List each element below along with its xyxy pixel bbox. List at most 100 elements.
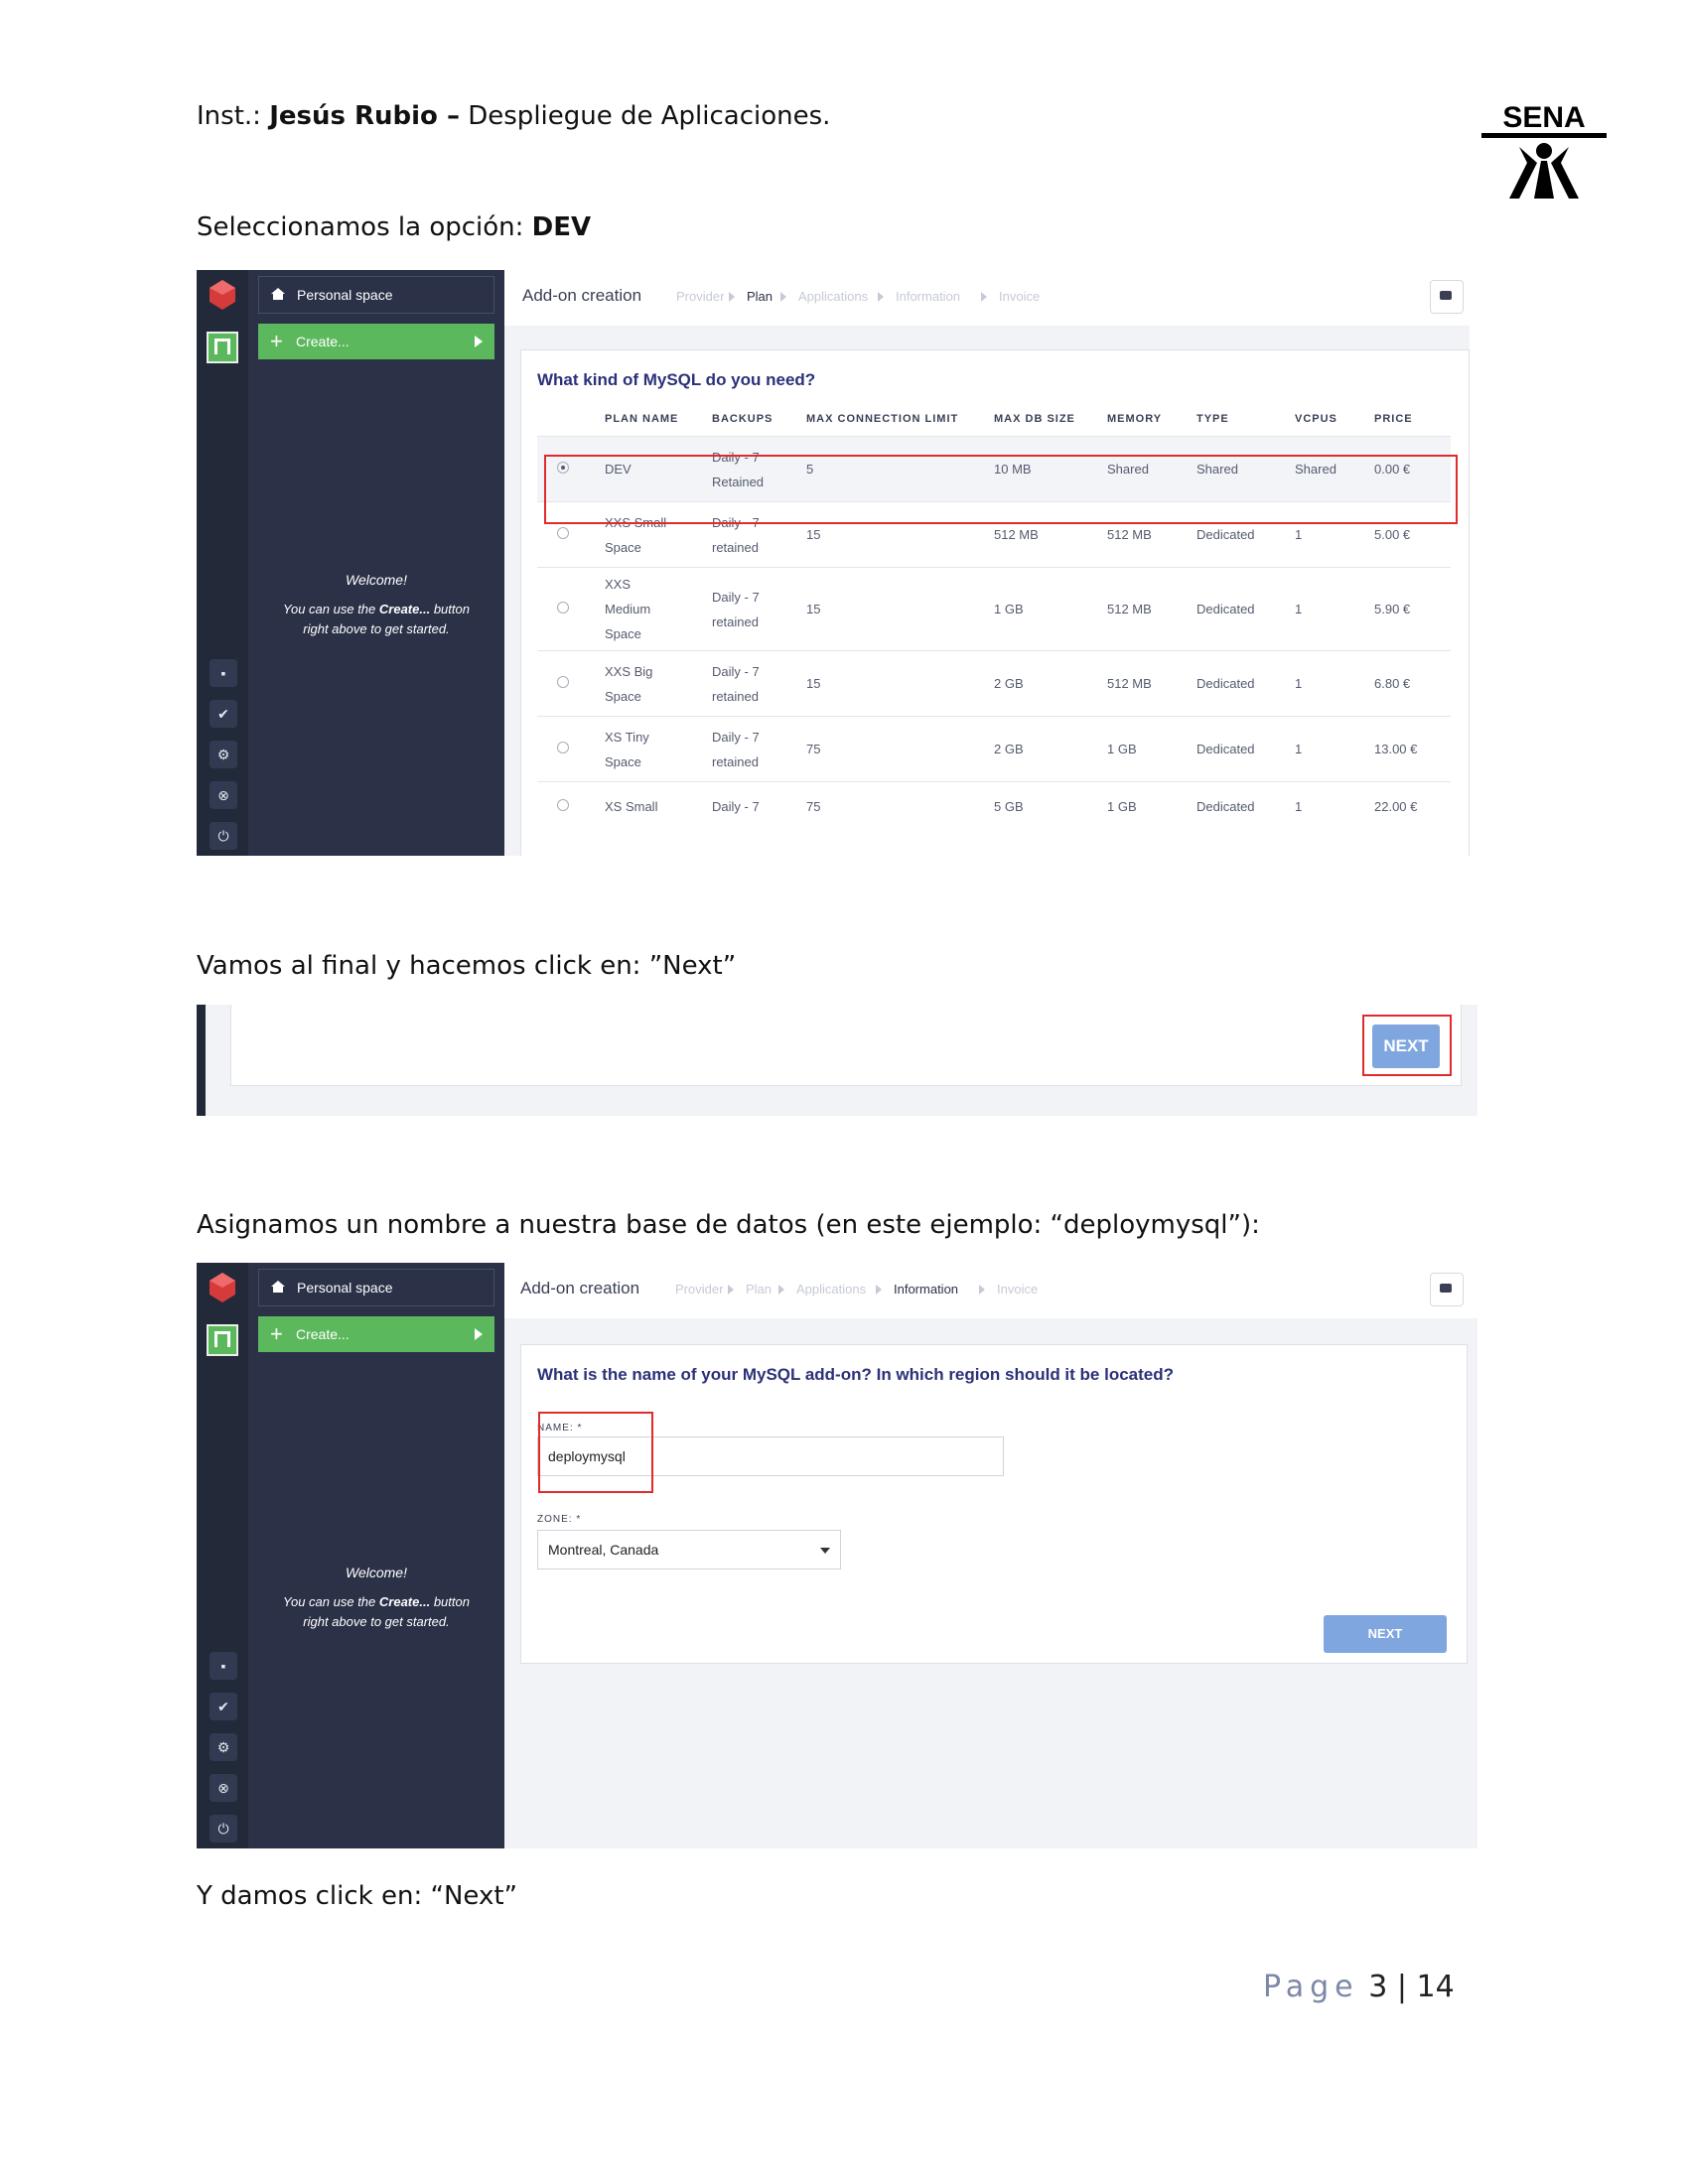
plan-screenshot: ▪ ✔ ⚙ ⊗ ⏻ Personal space + Create... Wel… xyxy=(197,270,1470,856)
crumb-arrow-icon xyxy=(728,1285,734,1295)
app-icon[interactable] xyxy=(207,1324,238,1356)
breadcrumb-title: Add-on creation xyxy=(520,1279,640,1297)
col-memory: MEMORY xyxy=(1107,413,1163,425)
col-price: PRICE xyxy=(1374,413,1413,425)
crumb-arrow-icon xyxy=(780,292,786,302)
crumb-arrow-icon xyxy=(729,292,735,302)
chat-icon[interactable]: ▪ xyxy=(210,659,237,687)
gem-icon xyxy=(210,280,235,310)
plan-radio[interactable] xyxy=(557,602,569,614)
vcpus-cell: 1 xyxy=(1295,716,1374,782)
create-button[interactable]: + Create... xyxy=(258,324,494,359)
vcpus-cell: 1 xyxy=(1295,650,1374,717)
chat-bubble-icon xyxy=(1440,1284,1452,1293)
plan-name-cell: XXS Big Space xyxy=(605,650,712,717)
conn-cell: 75 xyxy=(806,716,994,782)
price-cell: 13.00 € xyxy=(1374,716,1451,782)
sidebar-edge xyxy=(197,1005,206,1116)
caret-right-icon xyxy=(475,336,483,347)
step2-caption: Vamos al final y hacemos click en: ”Next… xyxy=(197,951,737,981)
messages-button[interactable] xyxy=(1430,280,1464,314)
plan-card: What kind of MySQL do you need? PLAN NAM… xyxy=(520,349,1470,856)
help-icon[interactable]: ⊗ xyxy=(210,781,237,809)
col-max-db-size: MAX DB SIZE xyxy=(994,413,1075,425)
plan-radio[interactable] xyxy=(557,742,569,753)
crumb-arrow-icon xyxy=(878,292,884,302)
crumb-plan[interactable]: Plan xyxy=(747,289,773,304)
col-type: TYPE xyxy=(1196,413,1229,425)
form-card-bottom xyxy=(230,1005,1462,1086)
plan-question: What kind of MySQL do you need? xyxy=(537,370,816,389)
memory-cell: 512 MB xyxy=(1107,650,1196,717)
gear-icon[interactable]: ⚙ xyxy=(210,1733,237,1761)
chevron-down-icon xyxy=(820,1548,830,1554)
crumb-information[interactable]: Information xyxy=(894,1282,958,1297)
crumb-arrow-icon xyxy=(979,1285,985,1295)
crumb-arrow-icon xyxy=(778,1285,784,1295)
conn-cell: 15 xyxy=(806,567,994,651)
db-cell: 1 GB xyxy=(994,567,1107,651)
create-button[interactable]: + Create... xyxy=(258,1316,494,1352)
info-question: What is the name of your MySQL add-on? I… xyxy=(537,1365,1174,1384)
crumb-provider[interactable]: Provider xyxy=(675,1282,723,1297)
plan-name-cell: XS Small xyxy=(605,781,712,832)
crumb-plan[interactable]: Plan xyxy=(746,1282,772,1297)
plan-radio[interactable] xyxy=(557,799,569,812)
table-row[interactable]: XS Small Daily - 7 75 5 GB 1 GB Dedicated 1 22.… xyxy=(537,781,1451,832)
gear-icon[interactable]: ⚙ xyxy=(210,741,237,768)
db-cell: 5 GB xyxy=(994,781,1107,832)
power-icon[interactable]: ⏻ xyxy=(210,1815,237,1843)
sidebar-icons: ▪ ✔ ⚙ ⊗ ⏻ xyxy=(197,270,248,856)
conn-cell: 75 xyxy=(806,781,994,832)
page-number: Page 3 | 14 xyxy=(1263,1970,1455,2004)
col-backups: BACKUPS xyxy=(712,413,774,425)
zone-select[interactable]: Montreal, Canada xyxy=(537,1530,841,1570)
check-icon[interactable]: ✔ xyxy=(210,1693,237,1720)
step3-caption: Asignamos un nombre a nuestra base de da… xyxy=(197,1210,1260,1240)
type-cell: Dedicated xyxy=(1196,781,1295,832)
caret-right-icon xyxy=(475,1328,483,1340)
table-row[interactable]: XXS Big Space Daily - 7 retained 15 2 GB 512 M… xyxy=(537,650,1451,717)
backups-cell: Daily - 7 retained xyxy=(712,567,806,651)
step1-emphasis: DEV xyxy=(531,212,592,242)
breadcrumb-bar: Add-on creation Provider Plan Applicatio… xyxy=(504,270,1470,326)
personal-space-button[interactable]: Personal space xyxy=(258,276,494,314)
help-icon[interactable]: ⊗ xyxy=(210,1774,237,1802)
app-icon[interactable] xyxy=(207,332,238,363)
table-row[interactable]: XS Tiny Space Daily - 7 retained 75 2 GB 1 GB D… xyxy=(537,716,1451,782)
welcome-message: Welcome! You can use the Create... butto… xyxy=(283,572,470,636)
check-icon[interactable]: ✔ xyxy=(210,700,237,728)
radio-cell xyxy=(537,650,605,717)
col-vcpus: VCPUS xyxy=(1295,413,1337,425)
price-cell: 6.80 € xyxy=(1374,650,1451,717)
information-card: What is the name of your MySQL add-on? I… xyxy=(520,1344,1468,1664)
gem-icon xyxy=(210,1273,235,1302)
next-screenshot: NEXT xyxy=(197,1005,1477,1116)
crumb-invoice[interactable]: Invoice xyxy=(997,1282,1038,1297)
next-button[interactable]: NEXT xyxy=(1324,1615,1447,1653)
chat-icon[interactable]: ▪ xyxy=(210,1652,237,1680)
col-plan-name: PLAN NAME xyxy=(605,413,679,425)
radio-cell xyxy=(537,567,605,651)
type-cell: Dedicated xyxy=(1196,567,1295,651)
memory-cell: 1 GB xyxy=(1107,781,1196,832)
plan-radio[interactable] xyxy=(557,527,569,539)
backups-cell: Daily - 7 retained xyxy=(712,650,806,717)
power-icon[interactable]: ⏻ xyxy=(210,822,237,850)
backups-cell: Daily - 7 retained xyxy=(712,716,806,782)
conn-cell: 15 xyxy=(806,650,994,717)
db-cell: 2 GB xyxy=(994,650,1107,717)
vcpus-cell: 1 xyxy=(1295,781,1374,832)
table-row[interactable]: XXS Medium Space Daily - 7 retained 15 1 GB 512… xyxy=(537,567,1451,651)
crumb-information[interactable]: Information xyxy=(896,289,960,304)
personal-space-button[interactable]: Personal space xyxy=(258,1269,494,1306)
plan-radio[interactable] xyxy=(557,676,569,688)
home-icon xyxy=(271,1281,285,1293)
crumb-applications[interactable]: Applications xyxy=(798,289,868,304)
vcpus-cell: 1 xyxy=(1295,567,1374,651)
crumb-provider[interactable]: Provider xyxy=(676,289,724,304)
crumb-arrow-icon xyxy=(981,292,987,302)
messages-button[interactable] xyxy=(1430,1273,1464,1306)
crumb-applications[interactable]: Applications xyxy=(796,1282,866,1297)
crumb-invoice[interactable]: Invoice xyxy=(999,289,1040,304)
